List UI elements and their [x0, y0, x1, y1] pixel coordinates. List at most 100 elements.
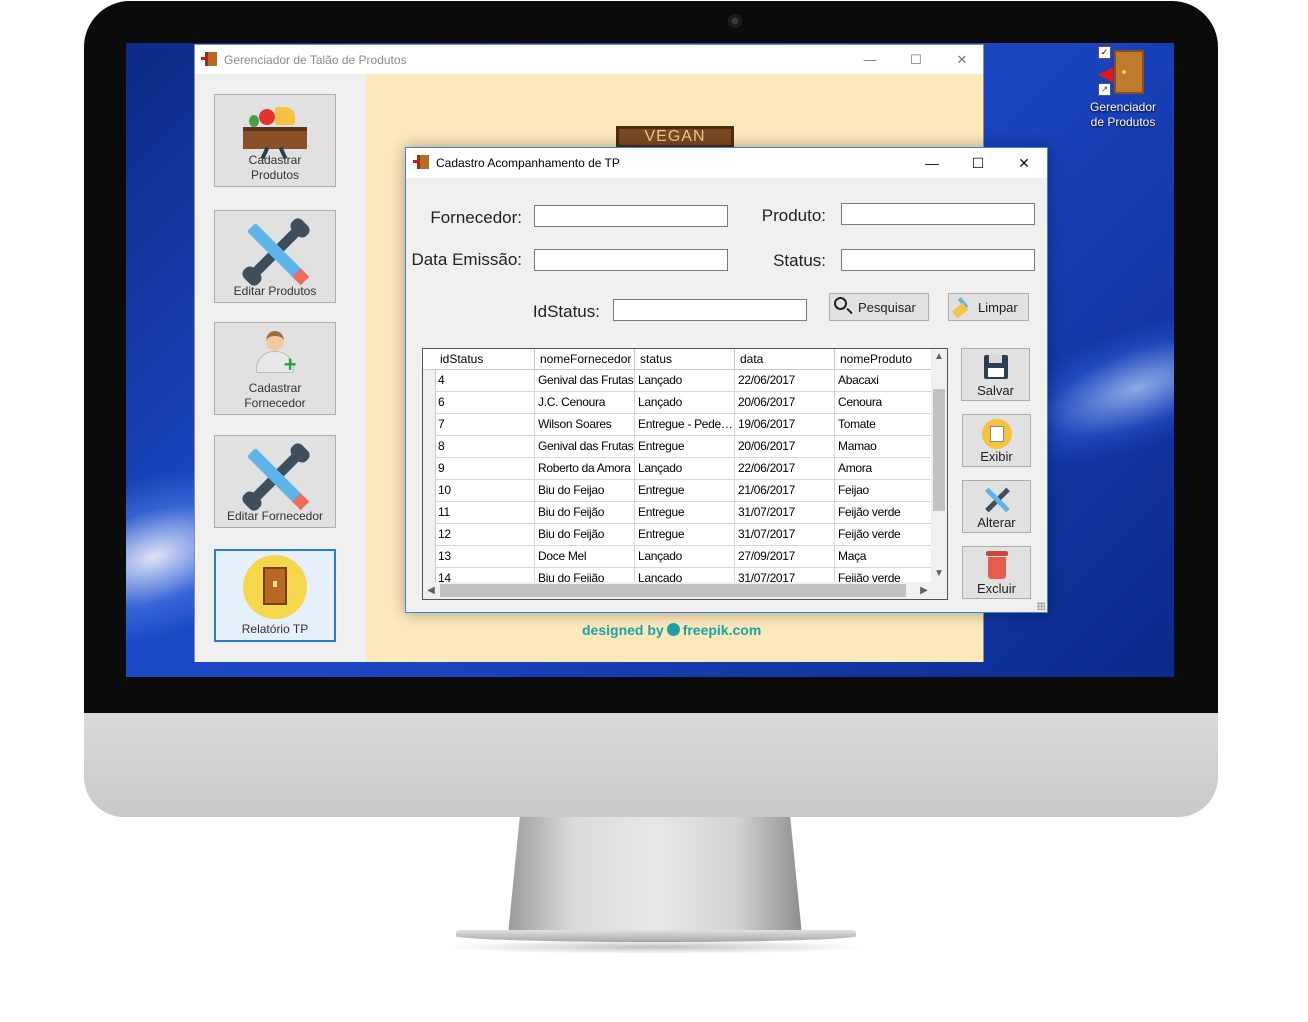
table-cell[interactable]: Genival das Frutas [535, 436, 635, 457]
salvar-button[interactable]: Salvar [961, 348, 1030, 401]
horizontal-scroll-thumb[interactable] [440, 584, 906, 597]
column-header-nomefornecedor[interactable]: nomeFornecedor [535, 349, 635, 369]
scroll-left-icon[interactable]: ◀ [423, 582, 439, 599]
table-cell[interactable]: 12 [435, 524, 535, 545]
table-row[interactable]: 12 Biu do Feijão Entregue 31/07/2017 Feijão … [435, 524, 932, 546]
table-row[interactable]: 7 Wilson Soares Entregue - Pedente 19/06/20… [435, 414, 932, 436]
table-cell[interactable]: Entregue [635, 436, 735, 457]
vertical-scroll-thumb[interactable] [933, 389, 945, 511]
limpar-button[interactable]: Limpar [948, 293, 1029, 321]
status-input[interactable] [841, 249, 1035, 271]
column-header-idstatus[interactable]: idStatus [435, 349, 535, 369]
status-data-grid[interactable]: idStatus nomeFornecedor status data nome… [422, 348, 948, 600]
table-cell[interactable]: Lançado [635, 392, 735, 413]
minimize-button[interactable]: — [847, 45, 893, 74]
table-cell[interactable]: 31/07/2017 [735, 524, 835, 545]
table-cell[interactable]: 10 [435, 480, 535, 501]
table-cell[interactable]: Maça [835, 546, 932, 567]
fornecedor-input[interactable] [534, 205, 728, 227]
close-button[interactable]: ✕ [939, 45, 985, 74]
table-cell[interactable]: Feijão verde [835, 524, 932, 545]
dialog-maximize-button[interactable]: ☐ [955, 148, 1001, 178]
table-cell[interactable]: Lançado [635, 370, 735, 391]
maximize-button[interactable]: ☐ [893, 45, 939, 74]
table-cell[interactable]: Cenoura [835, 392, 932, 413]
table-cell[interactable]: Lançado [635, 568, 735, 582]
table-cell[interactable]: Entregue - Pedente [635, 414, 735, 435]
table-cell[interactable]: Lançado [635, 546, 735, 567]
table-cell[interactable]: Feijao [835, 480, 932, 501]
table-cell[interactable]: 22/06/2017 [735, 370, 835, 391]
pesquisar-button[interactable]: Pesquisar [829, 293, 929, 321]
table-cell[interactable]: Doce Mel [535, 546, 635, 567]
table-cell[interactable]: Entregue [635, 502, 735, 523]
table-cell[interactable]: 8 [435, 436, 535, 457]
dialog-close-button[interactable]: ✕ [1001, 148, 1047, 178]
table-cell[interactable]: 22/06/2017 [735, 458, 835, 479]
table-cell[interactable]: Roberto da Amora [535, 458, 635, 479]
column-header-status[interactable]: status [635, 349, 735, 369]
table-cell[interactable]: Feijão verde [835, 568, 932, 582]
table-row[interactable]: 13 Doce Mel Lançado 27/09/2017 Maça [435, 546, 932, 568]
table-cell[interactable]: 20/06/2017 [735, 392, 835, 413]
table-cell[interactable]: Biu do Feijão [535, 502, 635, 523]
table-row[interactable]: 14 Biu do Feijão Lançado 31/07/2017 Feijão v… [435, 568, 932, 582]
nav-cadastrar-produtos-button[interactable]: Cadastrar Produtos [214, 94, 336, 187]
horizontal-scrollbar[interactable]: ◀ ▶ [423, 582, 932, 599]
table-cell[interactable]: Wilson Soares [535, 414, 635, 435]
nav-relatorio-tp-button[interactable]: Relatório TP [214, 549, 336, 642]
table-cell[interactable]: Feijão verde [835, 502, 932, 523]
nav-editar-produtos-button[interactable]: Editar Produtos [214, 210, 336, 303]
produto-input[interactable] [841, 203, 1035, 225]
table-row[interactable]: 11 Biu do Feijão Entregue 31/07/2017 Feijão … [435, 502, 932, 524]
table-cell[interactable]: 19/06/2017 [735, 414, 835, 435]
scroll-right-icon[interactable]: ▶ [916, 582, 932, 599]
table-cell[interactable]: Biu do Feijão [535, 568, 635, 582]
table-row[interactable]: 9 Roberto da Amora Lançado 22/06/2017 Amora [435, 458, 932, 480]
table-cell[interactable]: 7 [435, 414, 535, 435]
nav-cadastrar-fornecedor-button[interactable]: + Cadastrar Fornecedor [214, 322, 336, 415]
dialog-titlebar[interactable]: Cadastro Acompanhamento de TP — ☐ ✕ [406, 148, 1047, 178]
table-cell[interactable]: 31/07/2017 [735, 502, 835, 523]
exibir-button[interactable]: Exibir [962, 414, 1031, 467]
table-cell[interactable]: 9 [435, 458, 535, 479]
table-cell[interactable]: Biu do Feijão [535, 524, 635, 545]
table-cell[interactable]: 21/06/2017 [735, 480, 835, 501]
table-row[interactable]: 8 Genival das Frutas Entregue 20/06/2017 Mam… [435, 436, 932, 458]
table-cell[interactable]: Entregue [635, 480, 735, 501]
table-cell[interactable]: Entregue [635, 524, 735, 545]
table-cell[interactable]: Amora [835, 458, 932, 479]
idstatus-input[interactable] [613, 299, 807, 321]
scroll-up-icon[interactable]: ▲ [931, 349, 947, 365]
table-cell[interactable]: Mamao [835, 436, 932, 457]
main-window-titlebar[interactable]: Gerenciador de Talão de Produtos — ☐ ✕ [195, 45, 983, 74]
excluir-button[interactable]: Excluir [962, 546, 1031, 599]
alterar-button[interactable]: Alterar [962, 480, 1031, 533]
table-cell[interactable]: 6 [435, 392, 535, 413]
table-cell[interactable]: Genival das Frutas [535, 370, 635, 391]
table-cell[interactable]: 20/06/2017 [735, 436, 835, 457]
table-cell[interactable]: 31/07/2017 [735, 568, 835, 582]
table-row[interactable]: 4 Genival das Frutas Lançado 22/06/2017 Abac… [435, 370, 932, 392]
table-cell[interactable]: 4 [435, 370, 535, 391]
data-emissao-input[interactable] [534, 249, 728, 271]
resize-grip-icon[interactable] [1037, 602, 1045, 610]
table-row[interactable]: 6 J.C. Cenoura Lançado 20/06/2017 Cenoura [435, 392, 932, 414]
table-cell[interactable]: Biu do Feijao [535, 480, 635, 501]
table-cell[interactable]: Abacaxi [835, 370, 932, 391]
scroll-down-icon[interactable]: ▼ [931, 566, 947, 582]
table-cell[interactable]: 13 [435, 546, 535, 567]
table-cell[interactable]: 11 [435, 502, 535, 523]
desktop-shortcut-gerenciador[interactable]: ✓ ◀ ↗ Gerenciador de Produtos [1080, 46, 1166, 130]
dialog-minimize-button[interactable]: — [909, 148, 955, 178]
table-cell[interactable]: J.C. Cenoura [535, 392, 635, 413]
table-cell[interactable]: 14 [435, 568, 535, 582]
table-cell[interactable]: Lançado [635, 458, 735, 479]
table-row[interactable]: 10 Biu do Feijao Entregue 21/06/2017 Feijao [435, 480, 932, 502]
vertical-scrollbar[interactable]: ▲ ▼ [931, 349, 947, 582]
column-header-nomeproduto[interactable]: nomeProduto [835, 349, 932, 369]
nav-editar-fornecedor-button[interactable]: Editar Fornecedor [214, 435, 336, 528]
table-cell[interactable]: 27/09/2017 [735, 546, 835, 567]
column-header-data[interactable]: data [735, 349, 835, 369]
table-cell[interactable]: Tomate [835, 414, 932, 435]
